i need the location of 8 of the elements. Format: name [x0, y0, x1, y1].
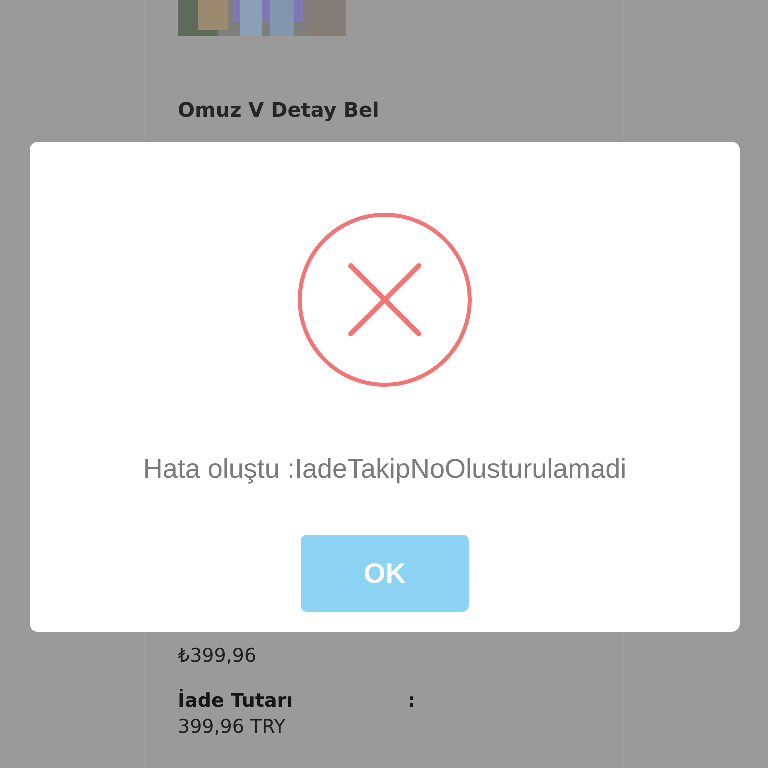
- separator: :: [408, 690, 416, 712]
- summary-label: İade Tutarı: [178, 688, 294, 714]
- ok-button[interactable]: OK: [301, 535, 469, 612]
- error-icon: [297, 212, 473, 388]
- summary-value: ₺399,96: [178, 644, 258, 669]
- summary-value: 399,96 TRY: [178, 715, 287, 740]
- product-title: Omuz V Detay Bel: [178, 97, 380, 124]
- error-message: Hata oluştu :IadeTakipNoOlusturulamadi: [143, 454, 627, 485]
